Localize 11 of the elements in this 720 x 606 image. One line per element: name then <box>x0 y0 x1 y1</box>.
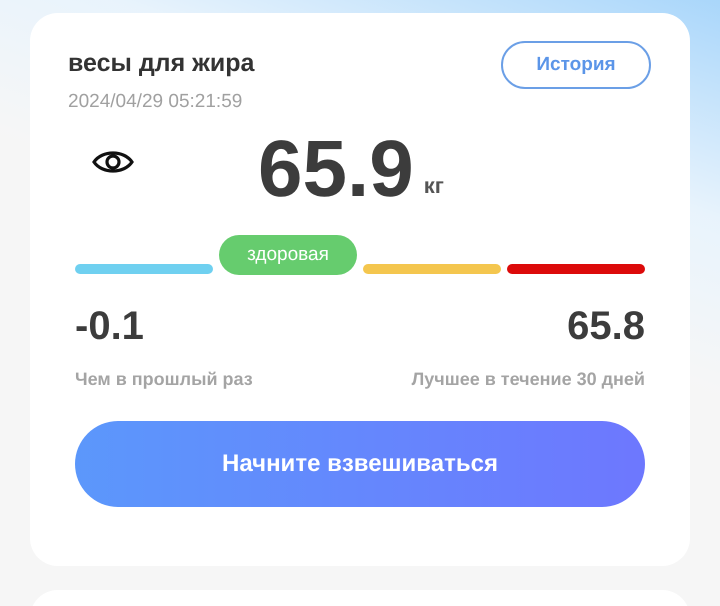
timestamp: 2024/04/29 05:21:59 <box>68 91 244 113</box>
stat-value: 65.8 <box>567 303 645 349</box>
start-weighing-button[interactable]: Начните взвешиваться <box>75 421 645 507</box>
card-title: весы для жира <box>68 48 254 79</box>
stat-label: Чем в прошлый раз <box>75 368 253 391</box>
stat-value: -0.1 <box>75 303 144 349</box>
history-button[interactable]: История <box>501 41 651 89</box>
weight-unit: кг <box>424 173 444 199</box>
status-badge: здоровая <box>219 235 357 275</box>
stat-label: Лучшее в течение 30 дней <box>412 368 645 391</box>
weight-value: 65.9 <box>258 129 414 209</box>
